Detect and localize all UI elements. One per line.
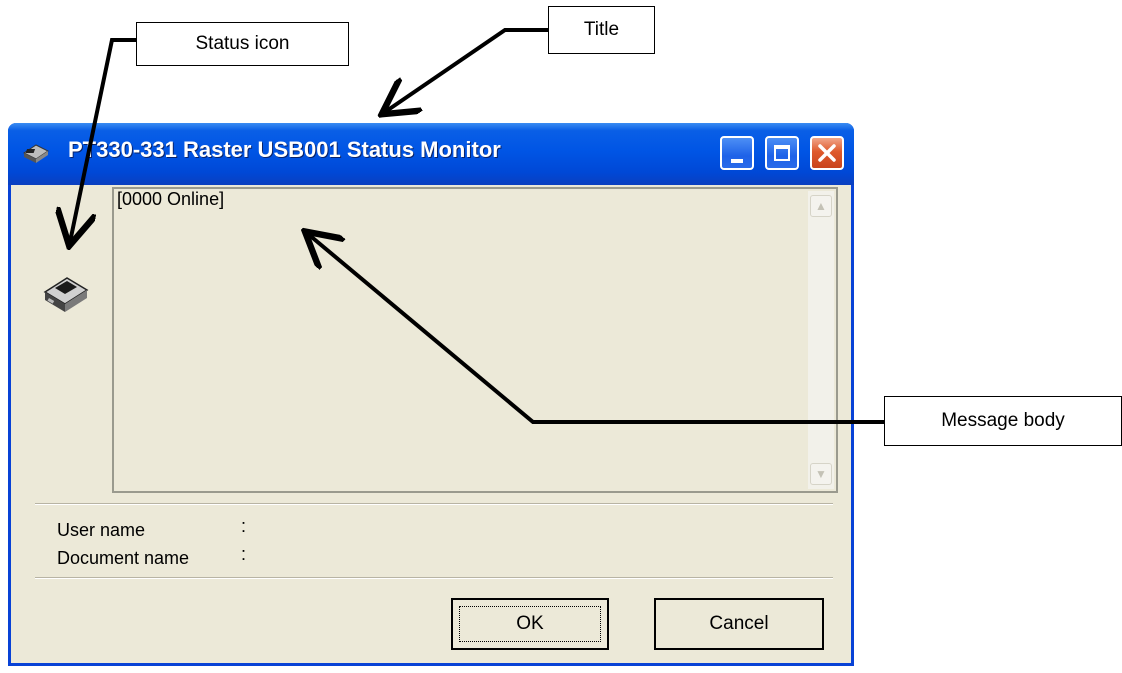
arrow-title xyxy=(385,28,548,112)
arrow-message-body xyxy=(308,234,884,424)
annotation-arrows xyxy=(0,28,884,424)
arrow-status-icon xyxy=(70,38,136,242)
